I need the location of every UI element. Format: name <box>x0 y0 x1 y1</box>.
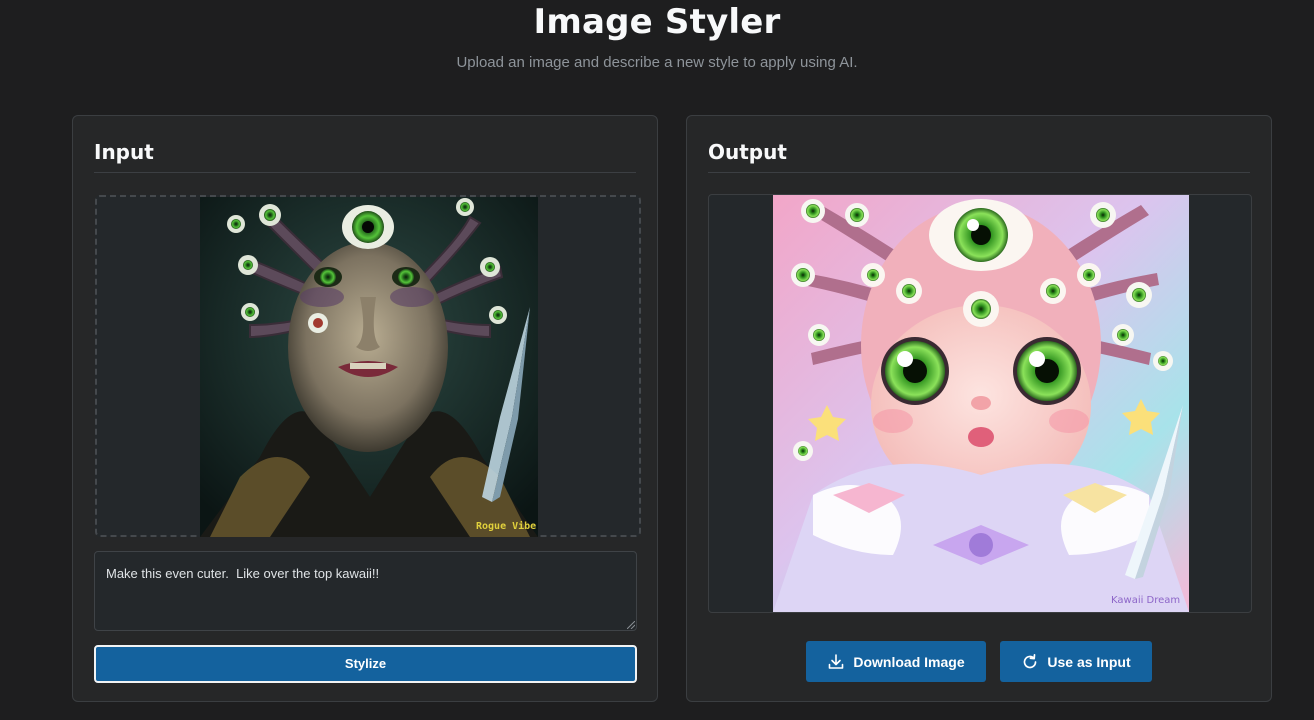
input-image: Rogue Vibe <box>200 197 538 537</box>
page-title: Image Styler <box>533 2 781 42</box>
input-divider <box>94 172 636 173</box>
image-upload-dropzone[interactable]: Rogue Vibe <box>95 195 641 537</box>
use-as-input-button[interactable]: Use as Input <box>1000 641 1152 682</box>
style-prompt-textarea[interactable]: Make this even cuter. Like over the top … <box>94 551 637 631</box>
input-heading: Input <box>94 140 154 164</box>
output-heading: Output <box>708 140 787 164</box>
page-subtitle: Upload an image and describe a new style… <box>456 54 858 71</box>
download-image-button[interactable]: Download Image <box>806 641 986 682</box>
download-icon <box>829 653 844 669</box>
stylize-button[interactable]: Stylize <box>94 645 637 683</box>
output-image-frame: Kawaii Dream <box>708 194 1252 613</box>
output-watermark: Kawaii Dream <box>1111 595 1180 606</box>
download-image-label: Download Image <box>853 653 965 670</box>
output-panel: Output Kawaii Dream Download Image Use a… <box>686 115 1272 702</box>
input-watermark: Rogue Vibe <box>476 520 536 532</box>
output-image: Kawaii Dream <box>773 195 1189 612</box>
refresh-icon <box>1024 653 1037 668</box>
output-divider <box>708 172 1250 173</box>
input-panel: Input Rogue Vibe Make this even cuter. L… <box>72 115 658 702</box>
use-as-input-label: Use as Input <box>1047 653 1131 670</box>
